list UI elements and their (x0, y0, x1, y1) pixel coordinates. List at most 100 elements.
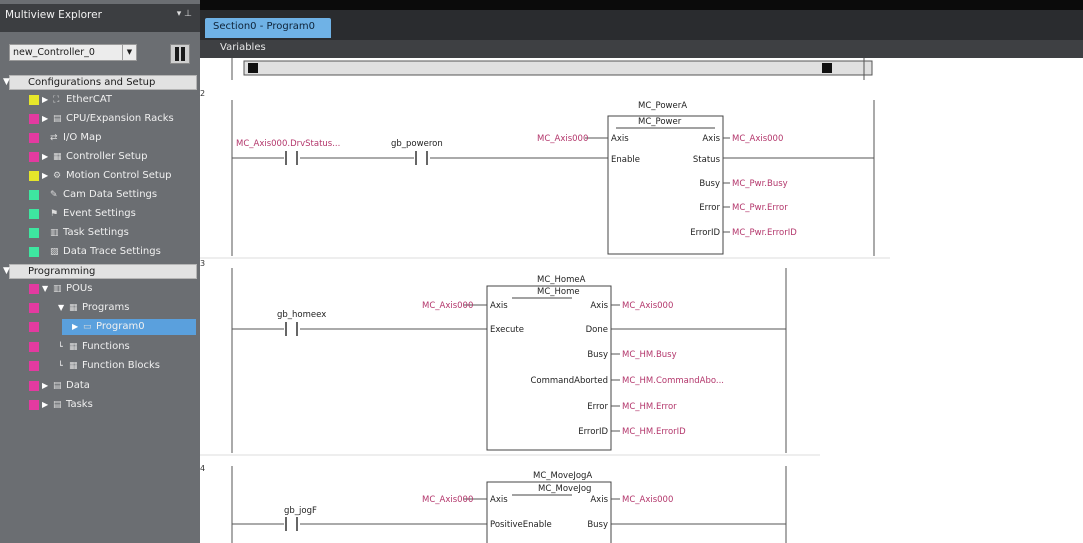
fb-input-variable[interactable]: MC_Axis000 (537, 134, 588, 144)
fb-output-variable[interactable]: MC_Axis000 (622, 495, 673, 505)
tab-section0-program0[interactable]: Section0 - Program0 (205, 18, 331, 38)
fb-pin: Axis (490, 301, 508, 311)
tree-item-controller-setup[interactable]: ▶ ▦ Controller Setup (0, 149, 200, 165)
fb-output-variable[interactable]: MC_HM.Error (622, 402, 677, 412)
status-marker (29, 322, 39, 332)
fb-output-variable[interactable]: MC_Pwr.Busy (732, 179, 788, 189)
tree-item-event-settings[interactable]: ⚑ Event Settings (0, 206, 200, 222)
expand-icon[interactable]: ▶ (72, 319, 78, 335)
status-marker (29, 228, 39, 238)
fb-pin: CommandAborted (530, 376, 608, 386)
ladder-editor[interactable]: 2 MC_Axis000.DrvStatus... gb_poweron MC_… (200, 58, 1083, 543)
expand-icon[interactable]: ▶ (42, 378, 48, 394)
expand-icon[interactable]: ▶ (42, 92, 48, 108)
expand-icon[interactable]: ▶ (42, 111, 48, 127)
fb-instance-name[interactable]: MC_HomeA (537, 275, 586, 285)
section-configurations-label: Configurations and Setup (28, 77, 156, 88)
contact-variable[interactable]: gb_jogF (284, 506, 317, 516)
ethercat-icon: ⛶ (53, 95, 60, 105)
tree-item-tasks[interactable]: ▶ ▤ Tasks (0, 397, 200, 413)
tree-item-io-map[interactable]: ⇄ I/O Map (0, 130, 200, 146)
collapse-icon[interactable]: ▼ (3, 77, 10, 87)
contact-gb-poweron[interactable]: gb_poweron (391, 139, 443, 165)
expand-icon[interactable]: ▶ (42, 168, 48, 184)
fb-type-name: MC_MoveJog (538, 484, 591, 494)
tree-item-pous[interactable]: ▼ ▥ POUs (0, 281, 200, 297)
tab-label: Section0 - Program0 (213, 21, 316, 32)
fb-output-variable[interactable]: MC_HM.Busy (622, 350, 677, 360)
expand-icon[interactable]: └ (58, 339, 63, 355)
section-configurations[interactable]: ▼ Configurations and Setup (3, 75, 197, 90)
tree-item-label: Tasks (66, 399, 93, 410)
section-programming[interactable]: ▼ Programming (3, 264, 197, 279)
controller-select[interactable]: new_Controller_0 ▼ (9, 44, 137, 61)
tree-item-cam-data-settings[interactable]: ✎ Cam Data Settings (0, 187, 200, 203)
expand-icon[interactable]: ▶ (42, 397, 48, 413)
rung-3: 3 gb_homeex MC_HomeA MC_Home MC_Axis000 … (200, 259, 820, 456)
expand-icon[interactable]: ▼ (58, 300, 64, 316)
section-programming-label: Programming (28, 266, 96, 277)
tree-item-programs[interactable]: ▼ ▦ Programs (0, 300, 200, 316)
fb-output-variable[interactable]: MC_Axis000 (622, 301, 673, 311)
tree-item-label: Data Trace Settings (63, 246, 161, 257)
tree-item-label: Functions (82, 341, 130, 352)
expand-icon[interactable]: ▶ (42, 149, 48, 165)
fb-input-variable[interactable]: MC_Axis000 (422, 495, 473, 505)
contact-variable[interactable]: gb_poweron (391, 139, 443, 149)
fb-pin: Busy (587, 520, 608, 530)
rung-number: 3 (200, 259, 205, 268)
tree-item-task-settings[interactable]: ▥ Task Settings (0, 225, 200, 241)
tree-item-motion-control-setup[interactable]: ▶ ⚙ Motion Control Setup (0, 168, 200, 184)
tree-item-program0[interactable]: ▶ ▭ Program0 (62, 319, 196, 335)
contact-drvstatus[interactable]: MC_Axis000.DrvStatus... (236, 139, 340, 165)
expand-icon[interactable]: ▼ (42, 281, 48, 297)
fb-instance-name[interactable]: MC_MoveJogA (533, 471, 592, 481)
fb-output-variable[interactable]: MC_HM.ErrorID (622, 427, 686, 437)
chevron-down-icon[interactable]: ▼ (122, 45, 136, 60)
functions-icon: ▦ (69, 342, 78, 352)
fb-pin: Execute (490, 325, 524, 335)
fb-output-variable[interactable]: MC_Pwr.ErrorID (732, 228, 797, 238)
collapse-icon[interactable]: ▼ (3, 266, 10, 276)
fb-output-variable[interactable]: MC_Pwr.Error (732, 203, 788, 213)
controller-select-value: new_Controller_0 (13, 47, 95, 58)
contact-variable[interactable]: gb_homeex (277, 310, 326, 320)
contact-variable[interactable]: MC_Axis000.DrvStatus... (236, 139, 340, 149)
tree-item-label: Program0 (96, 321, 145, 332)
explorer-title-bar: Multiview Explorer ▾ ⊥ (0, 4, 200, 32)
tree-item-data[interactable]: ▶ ▤ Data (0, 378, 200, 394)
programs-icon: ▦ (69, 303, 78, 313)
function-blocks-icon: ▦ (69, 361, 78, 371)
tree-item-functions[interactable]: └ ▦ Functions (0, 339, 200, 355)
tree-item-ethercat[interactable]: ▶ ⛶ EtherCAT (0, 92, 200, 108)
explorer-title: Multiview Explorer (5, 9, 102, 21)
tree-item-label: I/O Map (63, 132, 102, 143)
controller-status-icon (170, 44, 190, 64)
tree-item-function-blocks[interactable]: └ ▦ Function Blocks (0, 358, 200, 374)
fb-output-variable[interactable]: MC_Axis000 (732, 134, 783, 144)
title-strip (200, 0, 1083, 10)
fb-input-variable[interactable]: MC_Axis000 (422, 301, 473, 311)
fb-pin: Error (699, 203, 720, 213)
fb-pin: Status (693, 155, 721, 165)
tree-item-label: Controller Setup (66, 151, 148, 162)
status-marker (29, 114, 39, 124)
pin-icon[interactable]: ▾ ⊥ (177, 9, 192, 19)
task-icon: ▥ (50, 228, 59, 238)
fb-pin: Axis (611, 134, 629, 144)
status-marker (29, 400, 39, 410)
fb-pin: ErrorID (690, 228, 720, 238)
variables-toggle[interactable]: Variables (200, 40, 1083, 58)
tree-item-cpu-expansion-racks[interactable]: ▶ ▤ CPU/Expansion Racks (0, 111, 200, 127)
tree-item-label: Motion Control Setup (66, 170, 172, 181)
fb-output-variable[interactable]: MC_HM.CommandAbo... (622, 376, 724, 386)
status-marker (29, 284, 39, 294)
contact-gb-jogf[interactable]: gb_jogF (284, 506, 317, 531)
tree-item-label: Data (66, 380, 90, 391)
tree-item-data-trace-settings[interactable]: ▧ Data Trace Settings (0, 244, 200, 260)
status-marker (29, 190, 39, 200)
fb-instance-name[interactable]: MC_PowerA (638, 101, 687, 111)
expand-icon[interactable]: └ (58, 358, 63, 374)
fb-pin: Enable (611, 155, 640, 165)
contact-gb-homeex[interactable]: gb_homeex (277, 310, 326, 336)
